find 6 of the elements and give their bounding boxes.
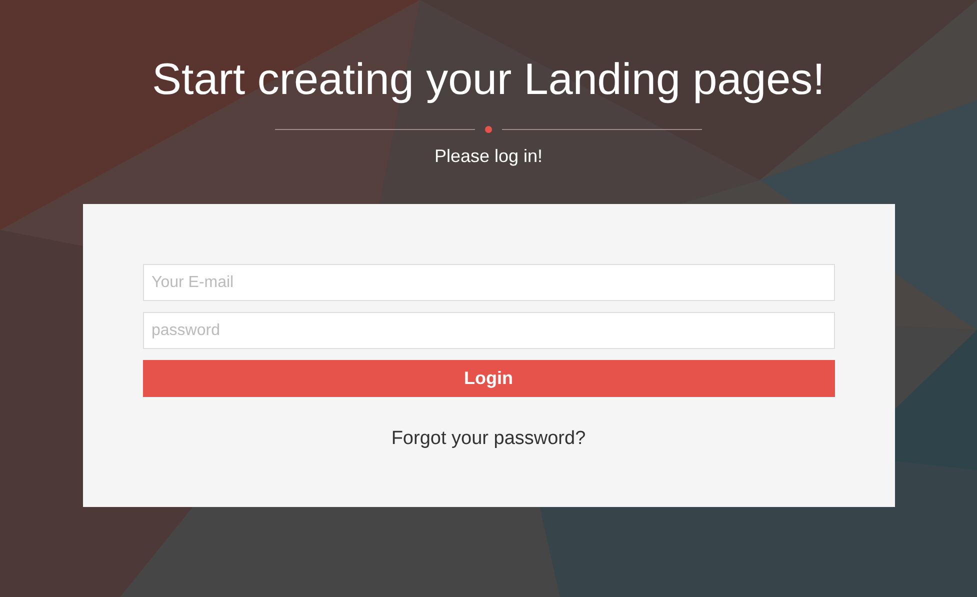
page-title: Start creating your Landing pages! <box>152 54 825 106</box>
subtitle: Please log in! <box>434 145 543 167</box>
login-button[interactable]: Login <box>142 360 834 397</box>
password-field[interactable]: password <box>142 312 834 349</box>
email-field[interactable]: Your E-mail <box>142 264 834 301</box>
forgot-password-link[interactable]: Forgot your password? <box>391 425 586 454</box>
